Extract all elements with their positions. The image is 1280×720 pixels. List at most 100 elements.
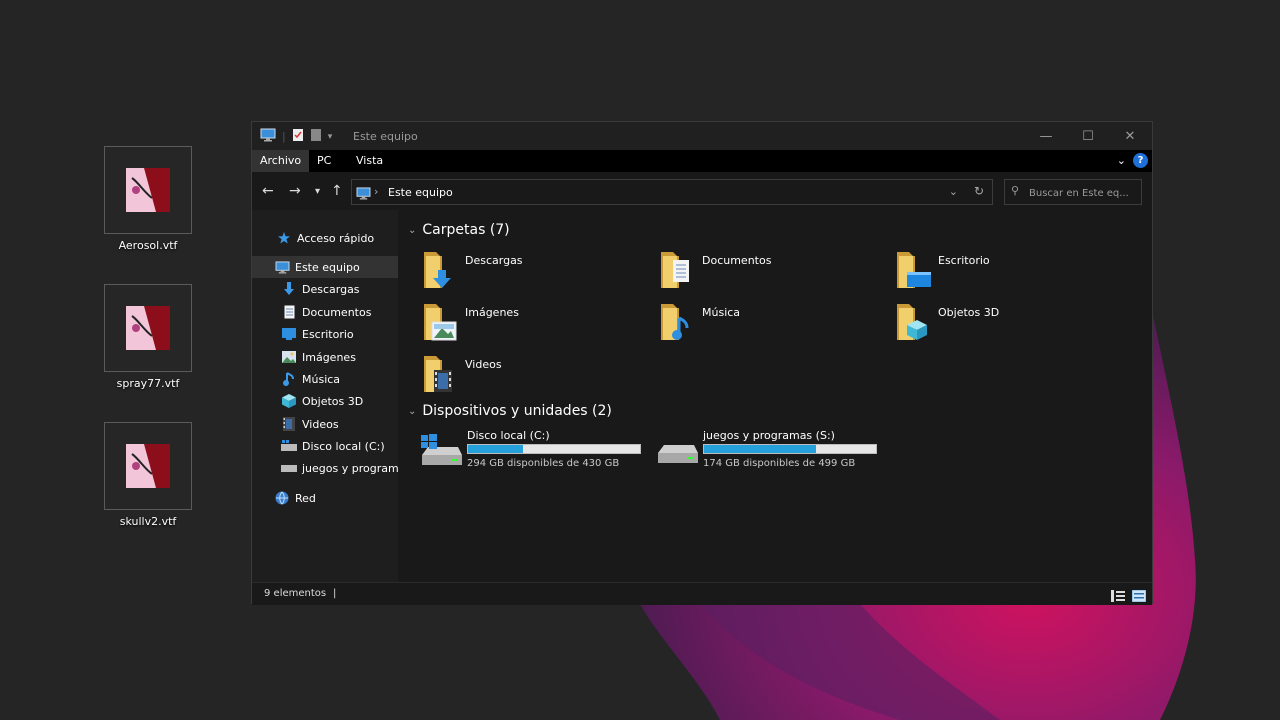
forward-button[interactable]: → (289, 183, 301, 199)
drive-icon (281, 439, 297, 453)
windows-drive-icon (421, 434, 462, 465)
network-icon (274, 491, 290, 505)
address-bar[interactable]: › Este equipo ⌄ ↻ (351, 179, 993, 205)
sidebar-item-label: Escritorio (302, 327, 354, 341)
sidebar-item-label: Acceso rápido (297, 231, 375, 245)
sidebar-item-documentos[interactable]: Documentos (252, 301, 398, 323)
search-input[interactable] (1027, 184, 1141, 202)
sidebar-item-label: Red (295, 491, 316, 505)
folder-escritorio[interactable]: Escritorio (893, 248, 1123, 296)
breadcrumb[interactable]: Este equipo (388, 186, 453, 199)
drive-usage-bar (467, 444, 641, 454)
sidebar-item-descargas[interactable]: Descargas (252, 278, 398, 300)
folder-objetos-3d[interactable]: Objetos 3D (893, 300, 1123, 348)
sidebar-item-objetos-3d[interactable]: Objetos 3D (252, 390, 398, 412)
star-icon (276, 231, 292, 245)
folder-documentos[interactable]: Documentos (657, 248, 887, 296)
sidebar-item-musica[interactable]: Música (252, 368, 398, 390)
quick-access-toolbar: | ▾ (260, 128, 332, 145)
recent-locations-button[interactable]: ▾ (315, 186, 320, 197)
window-title: Este equipo (353, 130, 418, 143)
music-folder-icon (661, 304, 689, 340)
drive-usage-fill (468, 445, 524, 453)
desktop-file-aerosol[interactable]: Aerosol.vtf (100, 146, 196, 252)
sidebar-item-red[interactable]: Red (252, 487, 398, 509)
sidebar-item-acceso-rapido[interactable]: Acceso rápido (252, 227, 398, 249)
folder-label: Escritorio (938, 254, 990, 267)
address-dropdown-button[interactable]: ⌄ (949, 185, 958, 198)
folder-videos[interactable]: Videos (420, 352, 650, 400)
group-header-dispositivos[interactable]: ⌄ Dispositivos y unidades (2) (408, 403, 612, 419)
up-button[interactable]: ↑ (331, 183, 343, 199)
chevron-down-icon: ⌄ (408, 224, 417, 236)
details-view-button[interactable] (1111, 587, 1125, 602)
folder-label: Videos (465, 358, 502, 371)
folder-label: Imágenes (465, 306, 519, 319)
tab-archivo[interactable]: Archivo (252, 150, 310, 172)
videos-folder-icon (424, 356, 452, 392)
help-button[interactable]: ? (1133, 153, 1148, 168)
properties-icon[interactable] (292, 128, 304, 145)
sidebar-item-label: Imágenes (302, 350, 356, 364)
folder-musica[interactable]: Música (657, 300, 887, 348)
sidebar-item-disco-local[interactable]: Disco local (C:) (252, 435, 398, 457)
search-box[interactable]: ⚲ (1004, 179, 1142, 205)
drive-name: juegos y programas (S:) (703, 429, 835, 442)
back-button[interactable]: ← (262, 183, 274, 199)
drive-juegos-y-programas-s[interactable]: juegos y programas (S:) 174 GB disponibl… (656, 429, 886, 473)
close-button[interactable]: ✕ (1109, 122, 1151, 150)
computer-icon (274, 260, 290, 274)
navigation-pane: Acceso rápido Este equipo Descargas Docu… (252, 210, 398, 582)
maximize-icon: ☐ (1082, 128, 1094, 144)
search-icon: ⚲ (1011, 184, 1020, 197)
tab-pc[interactable]: PC (309, 150, 339, 172)
desktop-file-label: skullv2.vtf (119, 515, 177, 528)
breadcrumb-separator-icon[interactable]: › (374, 185, 378, 198)
desktop-icon (281, 327, 297, 341)
drive-icon (281, 461, 297, 475)
desktop-file-spray77[interactable]: spray77.vtf (100, 284, 196, 390)
tab-vista[interactable]: Vista (348, 150, 391, 172)
sidebar-item-label: Este equipo (295, 260, 360, 274)
desktop-file-skullv2[interactable]: skullv2.vtf (100, 422, 196, 528)
vtf-file-icon (104, 146, 192, 234)
group-header-carpetas[interactable]: ⌄ Carpetas (7) (408, 222, 510, 238)
sidebar-item-este-equipo[interactable]: Este equipo (252, 256, 398, 278)
desktop-file-label: spray77.vtf (116, 377, 180, 390)
expand-ribbon-button[interactable]: ⌄ (1117, 154, 1126, 167)
item-count: 9 elementos (264, 588, 327, 599)
refresh-button[interactable]: ↻ (974, 184, 984, 198)
status-bar: 9 elementos | (252, 582, 1152, 605)
desktop-file-label: Aerosol.vtf (118, 239, 178, 252)
drive-disco-local-c[interactable]: Disco local (C:) 294 GB disponibles de 4… (420, 429, 650, 473)
video-icon (281, 417, 297, 431)
desktop-folder-icon (897, 252, 931, 288)
new-folder-icon[interactable] (310, 128, 322, 145)
sidebar-item-label: Objetos 3D (302, 394, 364, 408)
maximize-button[interactable]: ☐ (1067, 122, 1109, 150)
sidebar-item-escritorio[interactable]: Escritorio (252, 323, 398, 345)
details-view-icon (1111, 590, 1125, 602)
chevron-down-icon: ▾ (315, 186, 321, 197)
drive-usage-bar (703, 444, 877, 454)
folder-label: Objetos 3D (938, 306, 1000, 319)
drive-free-space: 294 GB disponibles de 430 GB (467, 458, 620, 469)
content-pane: ⌄ Carpetas (7) Descargas Documentos Escr… (398, 210, 1152, 582)
folder-descargas[interactable]: Descargas (420, 248, 650, 296)
customize-dropdown-icon[interactable]: ▾ (328, 132, 333, 142)
folder-imagenes[interactable]: Imágenes (420, 300, 650, 348)
3d-objects-folder-icon (897, 304, 927, 340)
title-bar[interactable]: | ▾ Este equipo — ☐ ✕ (252, 122, 1152, 150)
chevron-down-icon: ⌄ (948, 185, 958, 198)
download-folder-icon (424, 252, 451, 288)
sidebar-item-imagenes[interactable]: Imágenes (252, 346, 398, 368)
tiles-view-button[interactable] (1131, 587, 1147, 603)
minimize-button[interactable]: — (1025, 122, 1067, 150)
sidebar-item-videos[interactable]: Videos (252, 413, 398, 435)
chevron-down-icon: ⌄ (408, 405, 417, 417)
vtf-file-icon (104, 284, 192, 372)
sidebar-item-juegos-y-programas[interactable]: juegos y programas (252, 457, 398, 479)
vtf-file-icon (104, 422, 192, 510)
drive-free-space: 174 GB disponibles de 499 GB (703, 458, 856, 469)
refresh-icon: ↻ (973, 184, 984, 198)
